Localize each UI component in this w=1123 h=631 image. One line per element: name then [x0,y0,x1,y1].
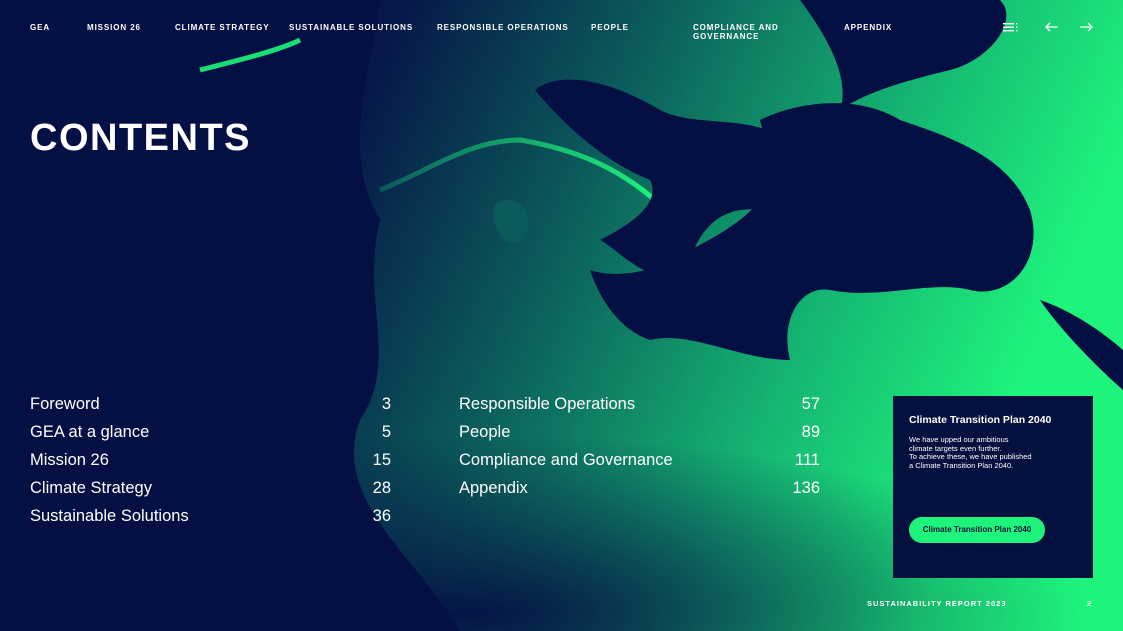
toc-item-compliance-and-governance[interactable]: Compliance and Governance 111 [459,448,820,476]
toc-item-label: Mission 26 [30,451,109,469]
toc-item-label: Appendix [459,479,528,497]
toc-item-responsible-operations[interactable]: Responsible Operations 57 [459,392,820,420]
toc-item-page: 57 [801,395,820,413]
nav-item-gea[interactable]: GEA [30,23,50,32]
toc-item-mission-26[interactable]: Mission 26 15 [30,448,391,476]
toc-item-label: Foreword [30,395,100,413]
toc-item-label: Compliance and Governance [459,451,673,469]
nav-item-mission-26[interactable]: MISSION 26 [87,23,141,32]
nav-item-climate-strategy[interactable]: CLIMATE STRATEGY [175,23,270,32]
climate-plan-card: Climate Transition Plan 2040 We have upp… [893,396,1093,578]
arrow-right-icon[interactable] [1078,20,1094,34]
nav-item-responsible-operations[interactable]: RESPONSIBLE OPERATIONS [437,23,569,32]
card-description-line: a Climate Transition Plan 2040. [909,460,1014,470]
card-title: Climate Transition Plan 2040 [909,414,1052,426]
nav-item-sustainable-solutions[interactable]: SUSTAINABLE SOLUTIONS [289,23,413,32]
toc-right-column: Responsible Operations 57 People 89 Comp… [459,392,820,504]
page-title: CONTENTS [30,117,251,159]
toc-item-climate-strategy[interactable]: Climate Strategy 28 [30,476,391,504]
toc-item-page: 36 [372,507,391,525]
top-navigation: GEA MISSION 26 CLIMATE STRATEGY SUSTAINA… [0,0,1123,60]
toc-item-label: People [459,423,511,441]
toc-item-label: Climate Strategy [30,479,152,497]
toc-item-page: 5 [381,423,391,441]
toc-left-column: Foreword 3 GEA at a glance 5 Mission 26 … [30,392,391,532]
nav-item-compliance-and-governance[interactable]: COMPLIANCE AND GOVERNANCE [693,23,783,41]
toc-item-page: 136 [792,479,820,497]
toc-item-page: 28 [372,479,391,497]
toc-item-page: 15 [372,451,391,469]
nav-item-appendix[interactable]: APPENDIX [844,23,892,32]
arrow-left-icon[interactable] [1044,20,1060,34]
footer-report-label: SUSTAINABILITY REPORT 2023 [867,599,1007,608]
toc-item-page: 89 [801,423,820,441]
toc-item-label: Responsible Operations [459,395,636,413]
toc-item-appendix[interactable]: Appendix 136 [459,476,820,504]
climate-plan-button[interactable]: Climate Transition Plan 2040 [909,517,1045,543]
toc-item-page: 111 [794,451,820,469]
toc-item-label: Sustainable Solutions [30,507,189,525]
card-description: We have upped our ambitious climate targ… [909,435,1079,470]
toc-item-gea-at-a-glance[interactable]: GEA at a glance 5 [30,420,391,448]
footer-page-number: 2 [1087,599,1092,608]
menu-icon[interactable] [1003,20,1019,34]
nav-item-people[interactable]: PEOPLE [591,23,629,32]
toc-item-foreword[interactable]: Foreword 3 [30,392,391,420]
toc-item-label: GEA at a glance [30,423,150,441]
toc-item-people[interactable]: People 89 [459,420,820,448]
toc-item-sustainable-solutions[interactable]: Sustainable Solutions 36 [30,504,391,532]
toc-item-page: 3 [381,395,391,413]
